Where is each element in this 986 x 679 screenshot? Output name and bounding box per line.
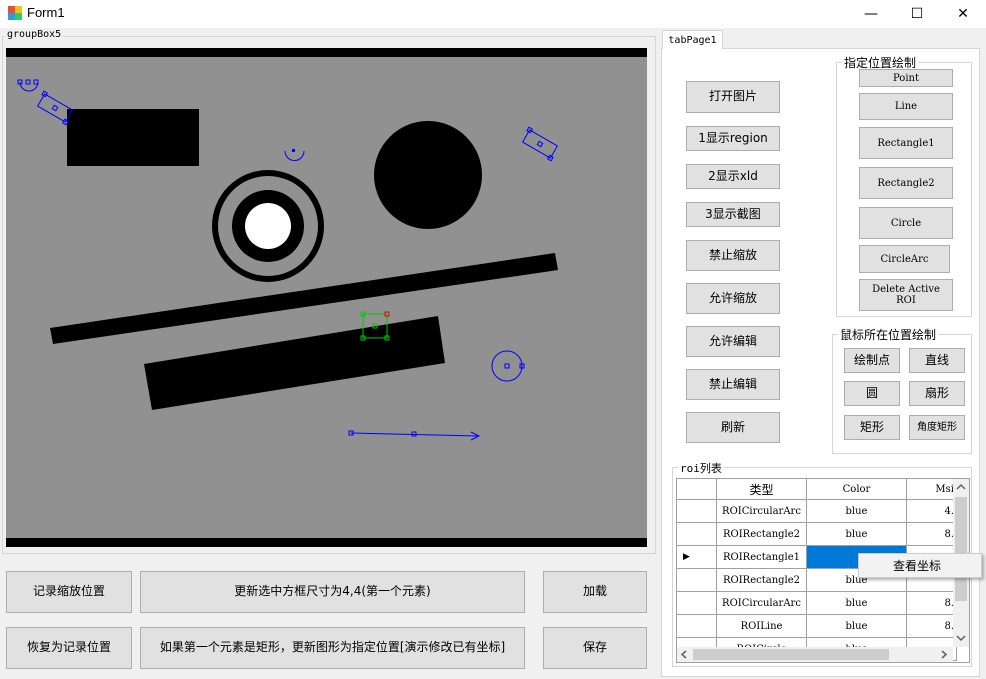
black-circle-shape	[374, 121, 482, 229]
image-canvas[interactable]	[6, 48, 647, 547]
scroll-right-icon	[941, 650, 948, 659]
cell-type[interactable]: ROIRectangle2	[717, 523, 807, 545]
enable-edit-button[interactable]: 允许编辑	[686, 326, 780, 357]
draw-rectangle2-button[interactable]: Rectangle2	[859, 167, 953, 199]
cell-type[interactable]: ROILine	[717, 615, 807, 637]
close-button[interactable]: ✕	[940, 0, 986, 28]
cell-type[interactable]: ROIRectangle1	[717, 546, 807, 568]
mouse-draw-label: 鼠标所在位置绘制	[838, 326, 939, 343]
table-row[interactable]: ROICircularArc blue 4.	[677, 500, 957, 523]
draw-point-mouse-button[interactable]: 绘制点	[844, 348, 900, 373]
open-image-button[interactable]: 打开图片	[686, 81, 780, 113]
cell-msi[interactable]: 8.	[907, 592, 957, 614]
roi-list-label: roi列表	[678, 460, 724, 476]
cell-color[interactable]: blue	[807, 523, 907, 545]
cell-type[interactable]: ROIRectangle2	[717, 569, 807, 591]
header-cell-color[interactable]: Color	[807, 479, 907, 499]
scroll-left-icon	[680, 650, 687, 659]
row-marker	[677, 569, 717, 591]
draw-line-button[interactable]: Line	[859, 93, 953, 120]
draw-sector-mouse-button[interactable]: 扇形	[909, 381, 965, 406]
disable-zoom-button[interactable]: 禁止缩放	[686, 240, 780, 271]
roi-circular-arc-b[interactable]	[284, 150, 305, 161]
enable-zoom-button[interactable]: 允许缩放	[686, 283, 780, 314]
title-bar	[0, 0, 986, 28]
cell-type[interactable]: ROICircularArc	[717, 592, 807, 614]
roi-line[interactable]	[348, 430, 481, 441]
disable-edit-button[interactable]: 禁止编辑	[686, 369, 780, 400]
cell-msi[interactable]: 8.	[907, 523, 957, 545]
delete-active-roi-button[interactable]: Delete Active ROI	[859, 279, 953, 311]
context-menu-item-view-coords[interactable]: 查看坐标	[893, 557, 941, 574]
row-marker	[677, 523, 717, 545]
scroll-up-icon	[956, 483, 966, 490]
record-zoom-button[interactable]: 记录缩放位置	[6, 571, 132, 613]
cell-msi[interactable]: 8.	[907, 615, 957, 637]
roi-circle[interactable]	[491, 350, 525, 382]
roi-circular-arc[interactable]	[19, 81, 39, 92]
cell-msi[interactable]: 4.	[907, 500, 957, 522]
grid-header: 类型 Color Msi	[677, 479, 957, 500]
groupbox-label: groupBox5	[5, 29, 64, 40]
minimize-button[interactable]: —	[848, 0, 894, 28]
draw-circle-button[interactable]: Circle	[859, 207, 953, 239]
header-cell	[677, 479, 717, 499]
tab-page1[interactable]: tabPage1	[662, 30, 723, 49]
scroll-down-icon	[956, 635, 966, 642]
roi-rectangle2-b[interactable]	[520, 126, 560, 162]
window-title: Form1	[27, 5, 65, 20]
row-marker	[677, 500, 717, 522]
scroll-thumb	[955, 497, 967, 601]
table-row[interactable]: ROILine blue 8.	[677, 615, 957, 638]
thick-bar-shape	[144, 316, 445, 410]
cell-color[interactable]: blue	[807, 592, 907, 614]
cell-type[interactable]: ROICircularArc	[717, 500, 807, 522]
ring-shape	[245, 203, 291, 249]
draw-circle-mouse-button[interactable]: 圆	[844, 381, 900, 406]
draw-angle-rect-mouse-button[interactable]: 角度矩形	[909, 415, 965, 440]
row-marker	[677, 615, 717, 637]
image-view[interactable]	[6, 48, 647, 547]
show-screenshot-button[interactable]: 3显示截图	[686, 202, 780, 227]
row-marker	[677, 592, 717, 614]
update-size-button[interactable]: 更新选中方框尺寸为4,4(第一个元素)	[140, 571, 525, 613]
context-menu[interactable]: 查看坐标	[858, 553, 982, 578]
header-cell-type[interactable]: 类型	[717, 479, 807, 499]
show-region-button[interactable]: 1显示region	[686, 126, 780, 151]
draw-circlearc-button[interactable]: CircleArc	[859, 245, 950, 273]
restore-button[interactable]: 恢复为记录位置	[6, 627, 132, 669]
update-rect-button[interactable]: 如果第一个元素是矩形，更新图形为指定位置[演示修改已有坐标]	[140, 627, 525, 669]
show-xld-button[interactable]: 2显示xld	[686, 164, 780, 189]
app-icon	[8, 6, 22, 20]
grid-horizontal-scrollbar[interactable]	[677, 647, 953, 662]
header-cell-msi[interactable]: Msi	[907, 479, 957, 499]
table-row[interactable]: ROIRectangle2 blue 8.	[677, 523, 957, 546]
table-row[interactable]: ROICircularArc blue 8.	[677, 592, 957, 615]
row-marker: ▶	[677, 546, 717, 568]
draw-rect-mouse-button[interactable]: 矩形	[844, 415, 900, 440]
draw-rectangle1-button[interactable]: Rectangle1	[859, 127, 953, 159]
scroll-thumb-h	[693, 649, 889, 660]
maximize-button[interactable]: ☐	[894, 0, 940, 28]
black-rectangle-shape	[67, 109, 199, 166]
cell-color[interactable]: blue	[807, 500, 907, 522]
load-button[interactable]: 加载	[543, 571, 647, 613]
draw-line-mouse-button[interactable]: 直线	[909, 348, 965, 373]
save-button[interactable]: 保存	[543, 627, 647, 669]
draw-point-button[interactable]: Point	[859, 69, 953, 87]
refresh-button[interactable]: 刷新	[686, 412, 780, 443]
cell-color[interactable]: blue	[807, 615, 907, 637]
